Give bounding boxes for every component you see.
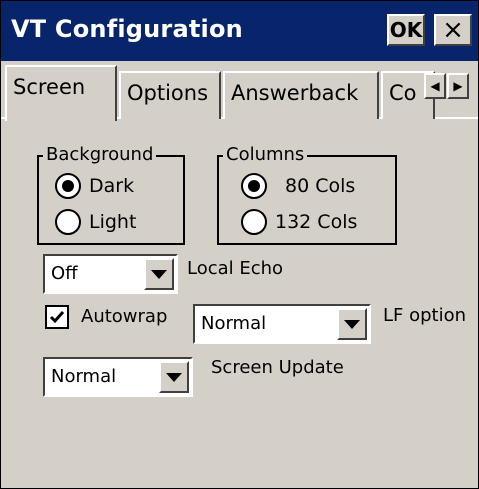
chevron-down-icon <box>166 372 182 382</box>
radio-80-cols[interactable]: 80 Cols <box>241 173 355 199</box>
tab-strip: Screen Options Answerback Co <box>1 61 478 121</box>
arrow-right-icon: ▶ <box>453 79 463 93</box>
ok-button[interactable]: OK <box>387 14 425 46</box>
tab-co-label: Co <box>389 81 417 105</box>
tab-screen[interactable]: Screen <box>5 65 117 121</box>
chevron-down-icon <box>151 269 167 279</box>
radio-light-label: Light <box>89 211 137 233</box>
radio-button[interactable] <box>241 173 267 199</box>
screen-update-label: Screen Update <box>211 357 344 378</box>
radio-132-cols[interactable]: 132 Cols <box>241 209 357 235</box>
background-group: Background Dark Light <box>37 144 185 245</box>
lf-option-label: LF option <box>383 305 467 326</box>
title-bar: VT Configuration OK × <box>1 1 478 61</box>
radio-dark[interactable]: Dark <box>55 173 134 199</box>
screen-update-value: Normal <box>51 366 117 387</box>
local-echo-label: Local Echo <box>187 258 284 279</box>
background-group-legend: Background <box>43 144 157 165</box>
local-echo-dropdown-button[interactable] <box>144 258 174 290</box>
radio-button[interactable] <box>241 209 267 235</box>
close-button[interactable]: × <box>434 14 472 46</box>
radio-button[interactable] <box>55 209 81 235</box>
columns-group: Columns 80 Cols 132 Cols <box>217 144 397 245</box>
checkmark-icon <box>49 311 65 324</box>
radio-132-cols-label: 132 Cols <box>275 211 358 233</box>
radio-80-cols-label: 80 Cols <box>285 175 356 197</box>
columns-group-legend: Columns <box>223 144 308 165</box>
tab-options[interactable]: Options <box>119 71 221 119</box>
screen-update-select[interactable]: Normal <box>43 357 193 397</box>
chevron-down-icon <box>344 319 360 329</box>
autowrap-checkbox[interactable] <box>45 305 69 329</box>
arrow-left-icon: ◀ <box>430 79 440 93</box>
tab-options-label: Options <box>127 81 209 105</box>
screen-update-dropdown-button[interactable] <box>159 361 189 393</box>
tab-screen-label: Screen <box>13 75 86 99</box>
close-icon: × <box>442 15 464 45</box>
radio-selected-dot <box>248 180 260 192</box>
vt-configuration-window: VT Configuration OK × Screen Options Ans… <box>0 0 479 489</box>
lf-option-value: Normal <box>201 313 267 334</box>
autowrap-label: Autowrap <box>81 306 168 327</box>
radio-dark-label: Dark <box>89 175 135 197</box>
local-echo-value: Off <box>51 263 78 284</box>
tab-answerback-label: Answerback <box>231 81 359 105</box>
tab-answerback[interactable]: Answerback <box>223 71 379 119</box>
radio-light[interactable]: Light <box>55 209 136 235</box>
window-title: VT Configuration <box>11 15 243 43</box>
radio-button[interactable] <box>55 173 81 199</box>
tab-scroll-right-button[interactable]: ▶ <box>447 73 469 99</box>
lf-option-dropdown-button[interactable] <box>337 308 367 340</box>
lf-option-select[interactable]: Normal <box>193 304 371 344</box>
radio-selected-dot <box>62 180 74 192</box>
tab-scroll-left-button[interactable]: ◀ <box>424 73 446 99</box>
local-echo-select[interactable]: Off <box>43 254 178 294</box>
